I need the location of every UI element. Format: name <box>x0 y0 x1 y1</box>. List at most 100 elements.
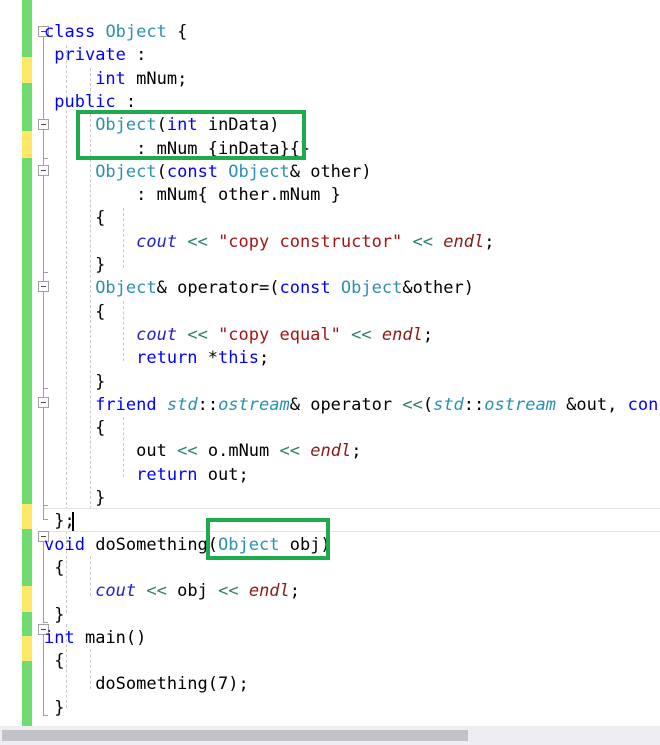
code-token: { <box>166 22 188 42</box>
code-token: inData <box>218 139 280 159</box>
code-token: ; <box>351 441 362 461</box>
code-line[interactable]: Object(const Object& other) <box>44 161 372 184</box>
code-line[interactable]: : mNum{ other.mNum } <box>44 184 341 207</box>
code-line[interactable]: Object& operator=(const Object&other) <box>44 277 474 300</box>
code-token: this <box>218 348 259 368</box>
code-token: Object <box>95 115 157 135</box>
code-token: { <box>197 139 219 159</box>
code-token: int <box>166 115 198 135</box>
code-line[interactable]: return *this; <box>44 347 269 370</box>
code-line[interactable]: int main() <box>44 627 146 650</box>
code-token: Object <box>340 278 403 298</box>
code-line[interactable]: } <box>44 487 105 510</box>
code-line[interactable]: return out; <box>44 464 249 487</box>
code-line[interactable]: } <box>44 254 105 277</box>
code-line[interactable]: class Object { <box>44 21 187 44</box>
code-line[interactable]: void doSomething(Object obj) <box>44 534 331 557</box>
code-token: friend <box>95 395 157 415</box>
code-line[interactable]: cout << "copy equal" << endl; <box>44 324 433 347</box>
horizontal-scrollbar[interactable] <box>0 726 660 745</box>
code-line[interactable]: cout << "copy constructor" << endl; <box>44 231 494 254</box>
code-token: o <box>207 441 219 461</box>
code-token: << <box>218 581 239 601</box>
code-token: int <box>95 69 126 89</box>
code-token: public <box>54 92 116 112</box>
code-token: main <box>84 628 126 648</box>
code-token: std <box>166 395 198 415</box>
code-token: () <box>125 628 147 648</box>
code-token: { <box>44 651 65 671</box>
code-token: ( <box>422 395 434 415</box>
code-token: { <box>44 558 65 578</box>
code-token: { <box>44 208 106 228</box>
code-token: Object <box>105 22 167 42</box>
code-token: const <box>166 162 219 182</box>
code-line[interactable]: doSomething(7); <box>44 673 249 696</box>
code-token: << <box>187 325 208 345</box>
code-line[interactable]: } <box>44 697 64 720</box>
code-token: out <box>207 465 239 485</box>
code-token: << <box>412 232 434 252</box>
code-token: mNum; <box>136 69 188 89</box>
code-token: ; <box>289 581 301 601</box>
code-editor[interactable]: class Object { private : int mNum; publi… <box>0 0 660 745</box>
code-token: & <box>555 395 577 415</box>
code-line[interactable]: private : <box>44 44 146 67</box>
code-token: other) <box>412 278 474 298</box>
code-line[interactable]: cout << obj << endl; <box>44 580 300 603</box>
code-token: ostream <box>218 395 290 415</box>
code-token: } <box>44 488 106 508</box>
code-token: , <box>607 395 628 415</box>
code-line[interactable]: friend std::ostream& operator <<(std::os… <box>44 394 660 417</box>
code-line[interactable]: public : <box>44 91 136 114</box>
code-token: obj <box>177 581 208 601</box>
code-token: private <box>54 45 126 65</box>
code-token: << <box>279 441 301 461</box>
code-token: ); <box>228 674 249 694</box>
code-line[interactable]: }; <box>44 510 74 533</box>
horizontal-scrollbar-thumb[interactable] <box>2 730 468 741</box>
code-line[interactable]: out << o.mNum << endl; <box>44 440 361 463</box>
code-token: void <box>44 535 85 555</box>
code-line[interactable]: { <box>44 207 105 230</box>
code-token: & <box>402 278 413 298</box>
code-token: operator <box>310 395 393 415</box>
code-token: return <box>136 348 198 368</box>
code-token: "copy equal" <box>218 325 341 345</box>
code-token: other) <box>310 162 372 182</box>
code-token: class <box>44 22 96 42</box>
code-token: & <box>289 395 311 415</box>
code-line[interactable]: } <box>44 604 64 627</box>
code-line[interactable]: { <box>44 417 105 440</box>
code-token: << <box>351 325 372 345</box>
code-line[interactable]: int mNum; <box>44 68 187 91</box>
code-line[interactable]: { <box>44 557 64 580</box>
code-line[interactable]: { <box>44 301 105 324</box>
code-text-area[interactable]: class Object { private : int mNum; publi… <box>0 0 660 726</box>
code-token: mNum <box>156 185 198 205</box>
code-token: "copy constructor" <box>218 232 403 252</box>
code-line[interactable]: Object(int inData) <box>44 114 279 137</box>
code-token: } <box>44 372 106 392</box>
code-line[interactable]: { <box>44 650 64 673</box>
code-line[interactable]: } <box>44 371 105 394</box>
code-line[interactable]: : mNum {inData}{} <box>44 138 310 161</box>
code-token: mNum <box>228 441 270 461</box>
